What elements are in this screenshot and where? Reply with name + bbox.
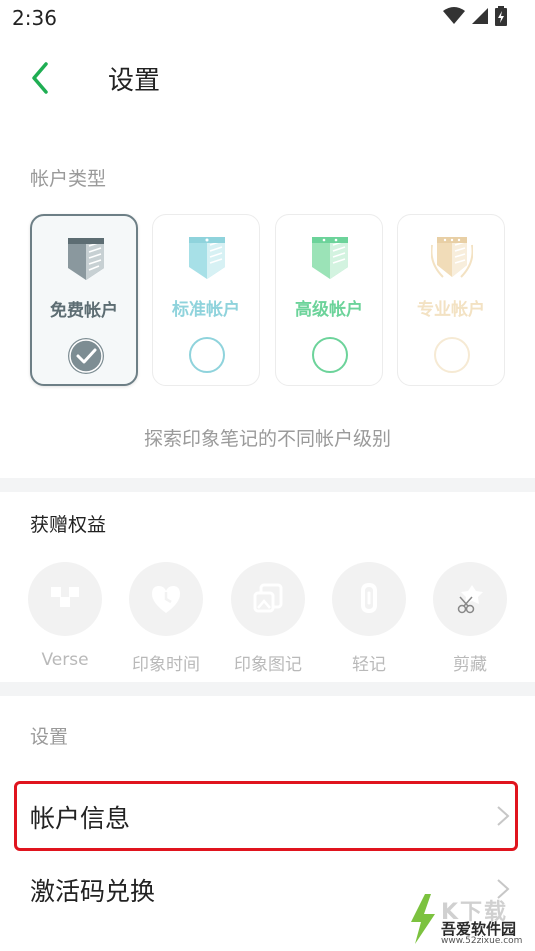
- benefit-icon-circle: [332, 562, 406, 636]
- section-divider: [0, 478, 535, 492]
- heart-clock-icon: [152, 586, 180, 613]
- benefit-label: Verse: [41, 650, 89, 670]
- benefit-image-note[interactable]: 印象图记: [230, 562, 306, 675]
- benefit-icon-circle: [433, 562, 507, 636]
- lightning-logo-icon: [411, 894, 435, 944]
- settings-section-label: 设置: [30, 726, 69, 748]
- account-card-premium[interactable]: 高级帐户: [275, 214, 383, 386]
- benefit-label: 印象图记: [234, 655, 302, 675]
- chevron-right-icon: [497, 806, 510, 826]
- cellular-signal-icon: [472, 8, 488, 24]
- account-card-label: 专业帐户: [417, 300, 485, 320]
- account-card-label: 高级帐户: [295, 300, 363, 320]
- account-card-label: 标准帐户: [172, 300, 240, 320]
- radio-unchecked: [434, 337, 470, 373]
- account-card-standard[interactable]: 标准帐户: [152, 214, 260, 386]
- account-info-label: 帐户信息: [30, 804, 131, 833]
- image-note-icon: [253, 583, 283, 613]
- radio-unchecked: [312, 337, 348, 373]
- account-type-caption: 探索印象笔记的不同帐户级别: [143, 428, 391, 450]
- account-card-label: 免费帐户: [50, 301, 118, 321]
- activation-code-label: 激活码兑换: [30, 877, 156, 906]
- benefit-label: 印象时间: [132, 655, 200, 675]
- checkmark-icon: [69, 339, 103, 373]
- benefit-time[interactable]: 印象时间: [128, 562, 204, 675]
- benefit-icon-circle: [129, 562, 203, 636]
- wifi-icon: [443, 7, 465, 24]
- account-info-row[interactable]: 帐户信息: [14, 781, 518, 851]
- back-button[interactable]: [22, 54, 62, 100]
- section-divider: [0, 682, 535, 696]
- benefits-title: 获赠权益: [30, 514, 107, 536]
- watermark-logo: K下载 吾爱软件园 www.52zixue.com: [405, 892, 533, 948]
- account-type-cards: 免费帐户 标准帐户 高级帐户 专业帐户: [30, 214, 510, 386]
- account-type-label: 帐户类型: [30, 168, 107, 190]
- account-card-professional[interactable]: 专业帐户: [397, 214, 505, 386]
- scissors-icon: [457, 585, 483, 614]
- benefit-icon-circle: [28, 562, 102, 636]
- paperclip-icon: [361, 582, 377, 614]
- professional-shield-badge-icon: [431, 237, 473, 278]
- benefit-clipper[interactable]: 剪藏: [432, 562, 508, 675]
- account-card-free[interactable]: 免费帐户: [30, 214, 138, 386]
- radio-checked: [68, 338, 104, 374]
- app-bar: 设置: [0, 38, 535, 118]
- premium-shield-badge-icon: [312, 237, 348, 279]
- verse-icon: [51, 587, 79, 607]
- benefit-label: 轻记: [352, 655, 386, 675]
- standard-shield-badge-icon: [189, 237, 225, 279]
- watermark-url: www.52zixue.com: [441, 936, 523, 946]
- status-time: 2:36: [12, 6, 57, 30]
- radio-unchecked: [189, 337, 225, 373]
- benefit-icon-circle: [231, 562, 305, 636]
- status-bar: 2:36: [0, 0, 535, 38]
- free-shield-badge-icon: [68, 238, 104, 280]
- benefit-light-note[interactable]: 轻记: [331, 562, 407, 675]
- chevron-left-icon: [32, 62, 48, 94]
- benefit-verse[interactable]: Verse: [27, 562, 103, 670]
- page-title: 设置: [108, 66, 161, 96]
- status-icons: [443, 6, 507, 26]
- battery-icon: [495, 6, 507, 26]
- benefit-label: 剪藏: [453, 655, 487, 675]
